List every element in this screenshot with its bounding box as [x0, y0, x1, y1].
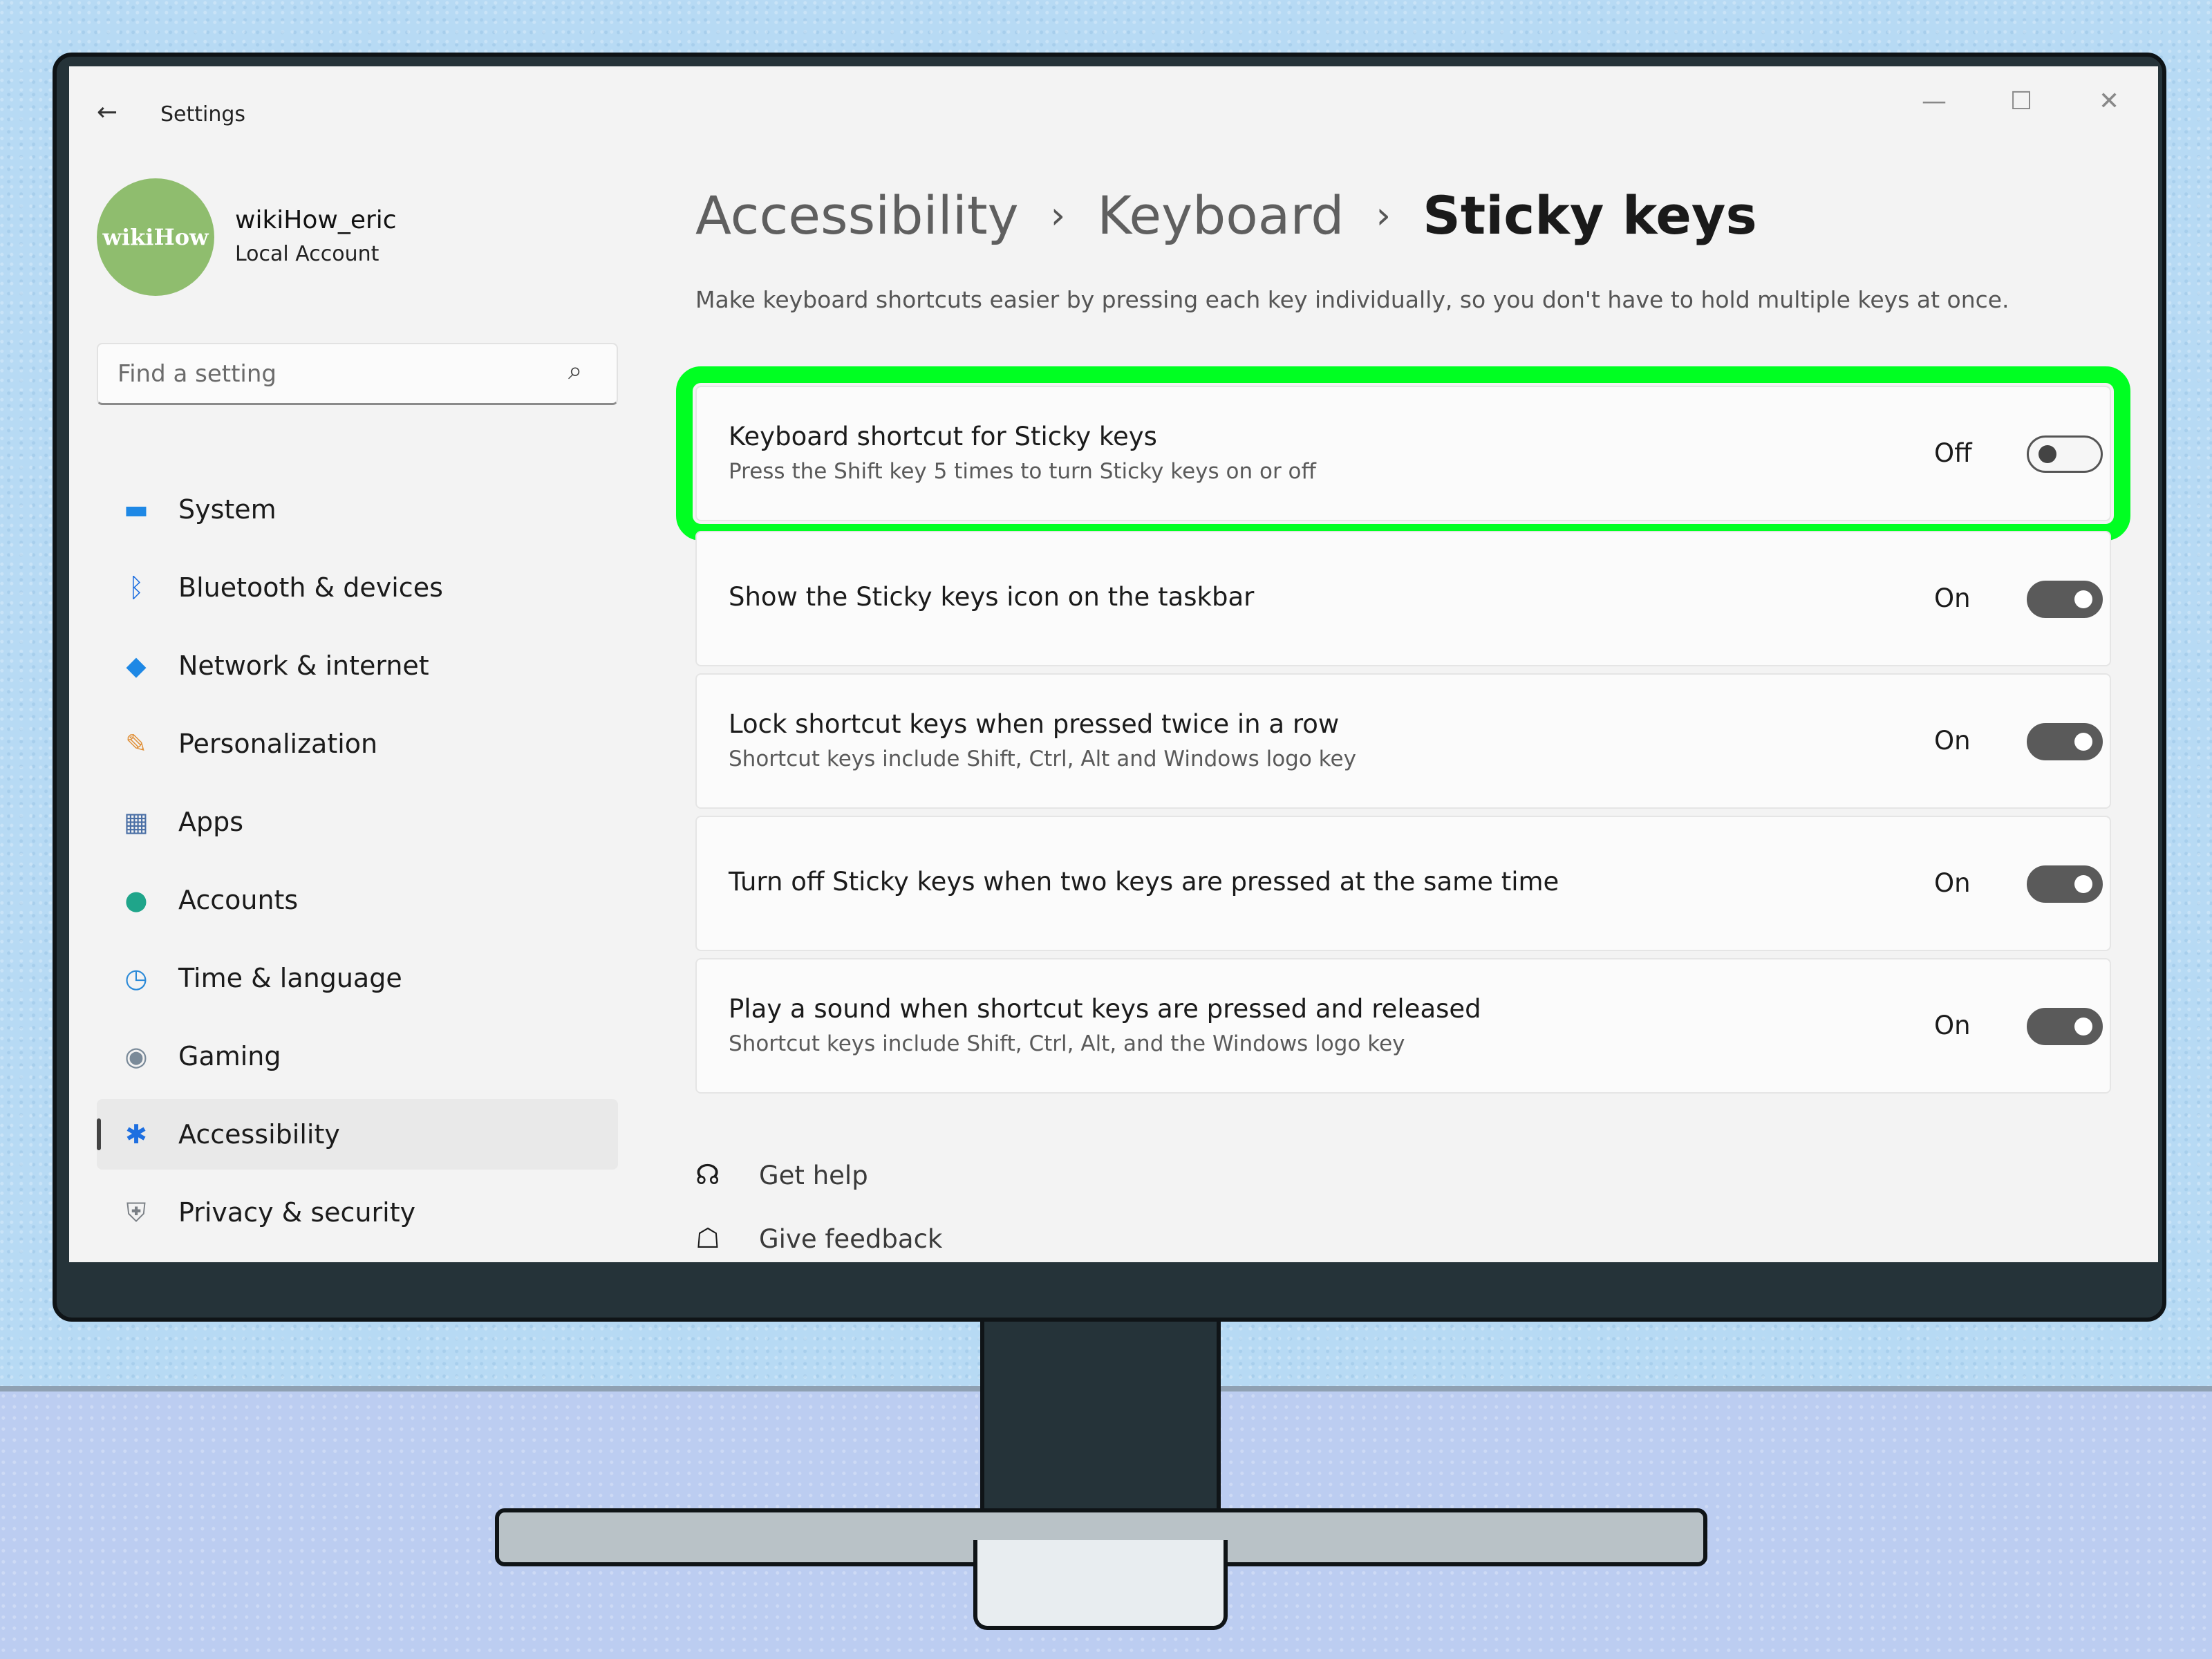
toggle-knob: [2074, 1018, 2092, 1035]
sidebar-item-personalization[interactable]: ✎ Personalization: [97, 709, 618, 779]
system-icon: ▬: [124, 494, 149, 525]
toggle-knob: [2038, 445, 2056, 463]
sidebar-nav: ▬ System ᛒ Bluetooth & devices ◆ Network & in…: [97, 474, 618, 1255]
setting-subtitle: Shortcut keys include Shift, Ctrl, Alt a…: [729, 747, 1356, 771]
help-links: ☊ Get help ☖ Give feedback: [695, 1154, 942, 1262]
breadcrumb-accessibility[interactable]: Accessibility: [695, 185, 1019, 246]
accounts-icon: ●: [124, 885, 148, 915]
sidebar-item-apps[interactable]: ▦ Apps: [97, 787, 618, 857]
setting-title: Turn off Sticky keys when two keys are p…: [729, 867, 1559, 897]
sidebar-item-system[interactable]: ▬ System: [97, 474, 618, 545]
setting-title: Keyboard shortcut for Sticky keys: [729, 422, 1157, 451]
sidebar-item-label: System: [178, 494, 276, 525]
toggle-state-label: On: [1934, 1011, 1971, 1040]
maximize-icon[interactable]: ☐: [2010, 87, 2032, 115]
sidebar-item-time-language[interactable]: ◷ Time & language: [97, 943, 618, 1013]
personalization-icon: ✎: [125, 729, 147, 759]
gaming-icon: ◉: [124, 1041, 148, 1071]
app-title: Settings: [160, 102, 246, 126]
toggle-switch[interactable]: [2027, 723, 2103, 760]
toggle-switch[interactable]: [2027, 435, 2103, 473]
page-title: Sticky keys: [1423, 184, 1757, 246]
apps-icon: ▦: [124, 807, 149, 837]
give-feedback-link[interactable]: ☖ Give feedback: [695, 1218, 942, 1259]
breadcrumb-keyboard[interactable]: Keyboard: [1097, 185, 1344, 246]
sidebar-item-accounts[interactable]: ● Accounts: [97, 865, 618, 935]
title-bar: ← Settings — ☐ ✕: [69, 66, 2158, 126]
help-icon: ☊: [695, 1159, 720, 1191]
setting-title: Lock shortcut keys when pressed twice in…: [729, 709, 1340, 739]
avatar[interactable]: wikiHow: [97, 178, 214, 296]
back-arrow-icon[interactable]: ←: [97, 98, 118, 126]
setting-subtitle: Press the Shift key 5 times to turn Stic…: [729, 459, 1316, 484]
toggle-knob: [2074, 875, 2092, 893]
toggle-state-label: On: [1934, 868, 1971, 898]
sidebar-item-label: Accessibility: [178, 1119, 340, 1150]
sidebar-item-label: Accounts: [178, 885, 299, 915]
account-type: Local Account: [235, 242, 379, 266]
get-help-label: Get help: [759, 1160, 868, 1190]
setting-card: Turn off Sticky keys when two keys are p…: [695, 816, 2111, 951]
toggle-knob: [2074, 733, 2092, 751]
sidebar-item-network-internet[interactable]: ◆ Network & internet: [97, 630, 618, 701]
toggle-state-label: On: [1934, 583, 1971, 613]
bluetooth-devices-icon: ᛒ: [128, 572, 144, 603]
search-box: ⌕: [97, 343, 618, 405]
setting-title: Show the Sticky keys icon on the taskbar: [729, 582, 1255, 612]
sidebar-item-label: Personalization: [178, 729, 378, 759]
monitor-neck: [980, 1320, 1221, 1528]
monitor-foot: [973, 1540, 1228, 1630]
sidebar-item-bluetooth-devices[interactable]: ᛒ Bluetooth & devices: [97, 552, 618, 623]
settings-window: ← Settings — ☐ ✕ wikiHow wikiHow_eric Lo…: [69, 66, 2158, 1262]
toggle-switch[interactable]: [2027, 865, 2103, 903]
accessibility-icon: ✱: [125, 1119, 147, 1150]
privacy-security-icon: ⛨: [126, 1197, 147, 1228]
setting-card: Lock shortcut keys when pressed twice in…: [695, 673, 2111, 809]
search-icon[interactable]: ⌕: [568, 357, 582, 386]
give-feedback-label: Give feedback: [759, 1224, 943, 1254]
toggle-switch[interactable]: [2027, 581, 2103, 618]
sidebar-item-accessibility[interactable]: ✱ Accessibility: [97, 1099, 618, 1170]
sidebar-item-label: Bluetooth & devices: [178, 572, 443, 603]
minimize-icon[interactable]: —: [1922, 87, 1947, 115]
sidebar-item-privacy-security[interactable]: ⛨ Privacy & security: [97, 1177, 618, 1248]
sidebar-item-label: Privacy & security: [178, 1197, 416, 1228]
page-description: Make keyboard shortcuts easier by pressi…: [695, 286, 2009, 313]
toggle-knob: [2074, 590, 2092, 608]
user-name: wikiHow_eric: [235, 206, 397, 234]
sidebar-item-label: Gaming: [178, 1041, 281, 1071]
setting-subtitle: Shortcut keys include Shift, Ctrl, Alt, …: [729, 1031, 1405, 1056]
sidebar-item-gaming[interactable]: ◉ Gaming: [97, 1021, 618, 1091]
setting-title: Play a sound when shortcut keys are pres…: [729, 994, 1481, 1024]
sidebar-item-label: Time & language: [178, 963, 402, 993]
get-help-link[interactable]: ☊ Get help: [695, 1154, 942, 1196]
feedback-icon: ☖: [695, 1223, 720, 1255]
toggle-state-label: On: [1934, 726, 1971, 756]
setting-card: Show the Sticky keys icon on the taskbar…: [695, 531, 2111, 666]
search-input[interactable]: [118, 357, 532, 391]
breadcrumb: Accessibility › Keyboard › Sticky keys: [695, 177, 1757, 253]
sidebar-item-label: Apps: [178, 807, 244, 837]
network-internet-icon: ◆: [126, 650, 147, 681]
settings-list: Keyboard shortcut for Sticky keys Press t…: [676, 366, 2130, 1100]
setting-card: Play a sound when shortcut keys are pres…: [695, 958, 2111, 1094]
time-language-icon: ◷: [124, 963, 148, 993]
chevron-right-icon: ›: [1376, 193, 1391, 237]
chevron-right-icon: ›: [1050, 193, 1066, 237]
avatar-logo-text: wikiHow: [102, 224, 209, 250]
sidebar-item-label: Network & internet: [178, 650, 429, 681]
setting-card: Keyboard shortcut for Sticky keys Press t…: [676, 366, 2130, 541]
close-icon[interactable]: ✕: [2099, 87, 2119, 115]
toggle-switch[interactable]: [2027, 1008, 2103, 1045]
toggle-state-label: Off: [1934, 438, 1972, 468]
